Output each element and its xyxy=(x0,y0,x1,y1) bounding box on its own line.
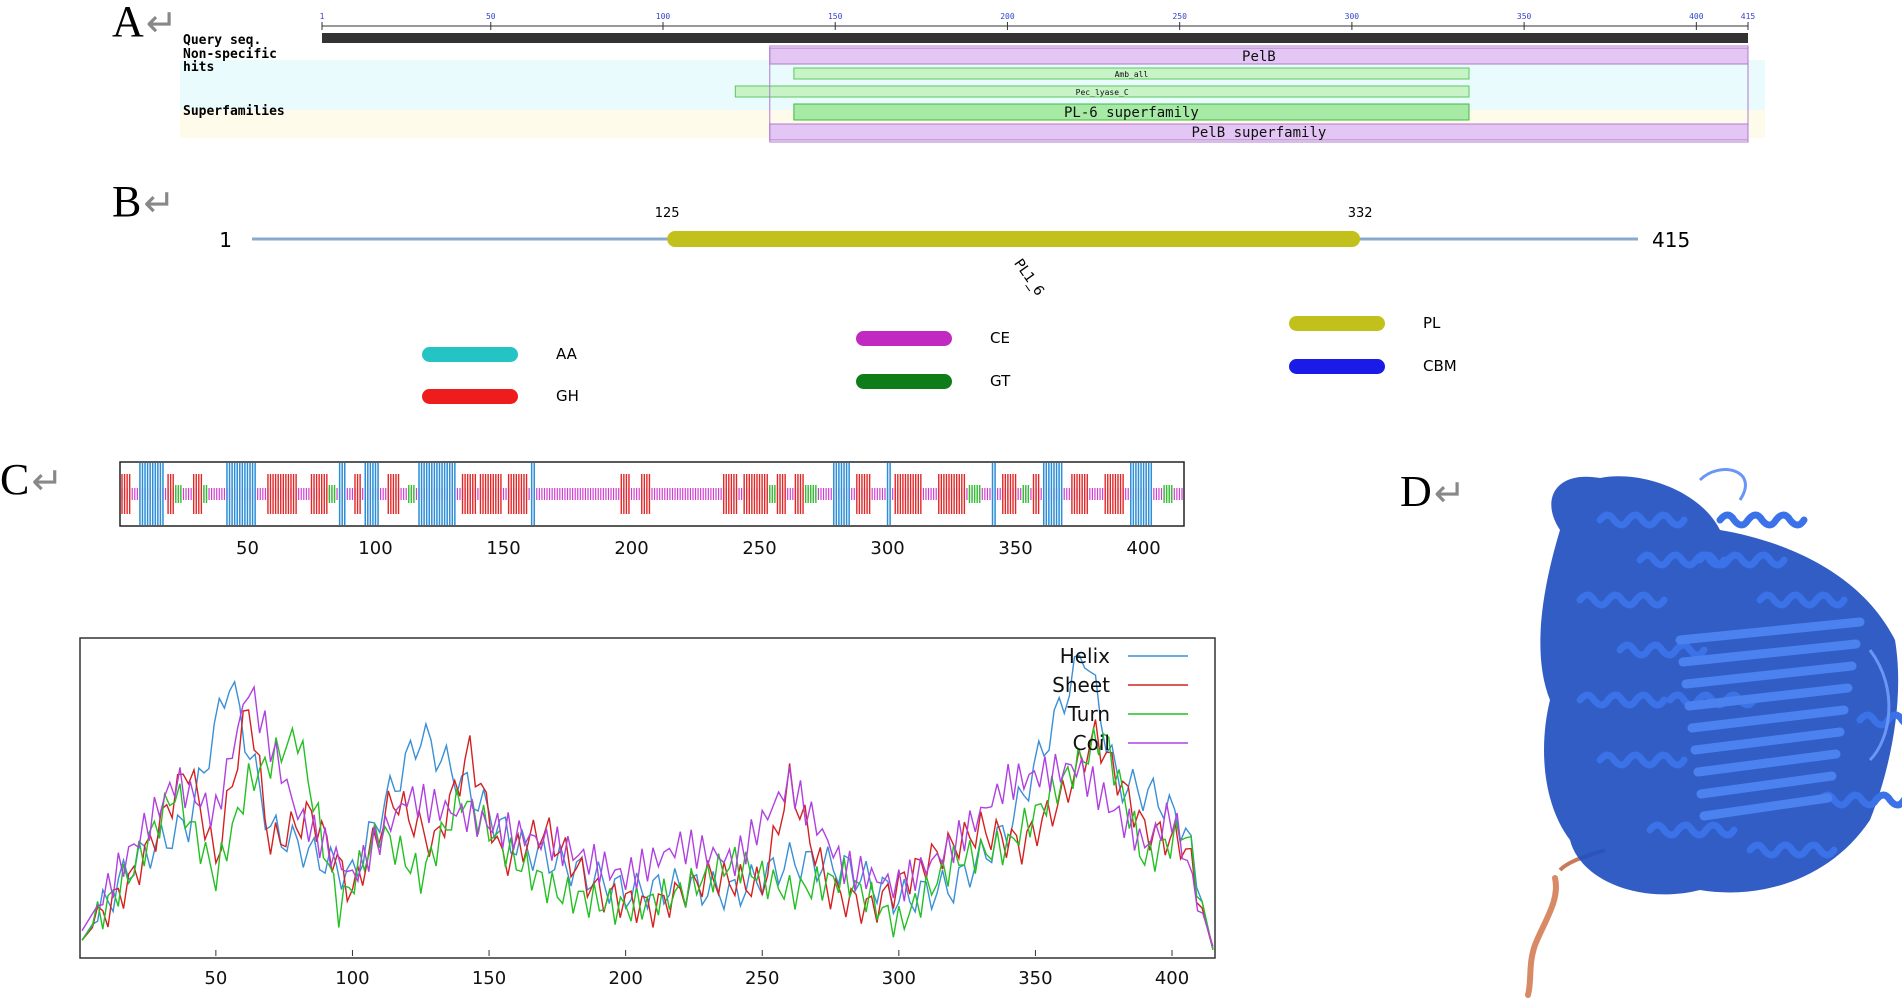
panel-c-propensity-chart: 50 100 150 200 250 300 350 400 Helix Sheet Turn Co… xyxy=(79,637,1216,989)
chart-tick-label: 100 xyxy=(335,968,369,989)
chart-tick-label: 350 xyxy=(1018,968,1052,989)
legend-swatch-cbm xyxy=(1289,359,1385,374)
track-tick-label: 250 xyxy=(742,538,776,559)
helix-ribbon xyxy=(1596,511,1688,529)
legend-label-ce: CE xyxy=(990,329,1010,347)
chart-tick-label: 400 xyxy=(1155,968,1189,989)
domain-label: Amb_all xyxy=(1115,70,1149,79)
legend-swatch-aa xyxy=(422,347,518,362)
ruler-tick-label: 200 xyxy=(1000,12,1015,21)
domain-end-label: 332 xyxy=(1348,206,1373,221)
ruler-tick-label: 300 xyxy=(1345,12,1360,21)
figure-canvas: Query seq. Non-specific hits Superfamili… xyxy=(79,12,1902,998)
row-label-query: Query seq. xyxy=(183,33,261,48)
track-tick-label: 100 xyxy=(358,538,392,559)
legend-series-name: Coil xyxy=(1073,731,1110,755)
panel-a-cdd-domains: Query seq. Non-specific hits Superfamili… xyxy=(180,12,1765,143)
ruler-tick-label: 100 xyxy=(656,12,671,21)
query-sequence-bar xyxy=(322,33,1748,43)
track-tick-label: 200 xyxy=(614,538,648,559)
domain-label: Pec_lyase_C xyxy=(1076,88,1129,97)
helix-ribbon xyxy=(1756,591,1848,609)
chart-tick-label: 200 xyxy=(608,968,642,989)
helix-ribbon xyxy=(1596,751,1688,769)
helix-ribbon xyxy=(1746,841,1838,859)
row-label-superfamilies: Superfamilies xyxy=(183,104,285,119)
chart-tick-label: 300 xyxy=(882,968,916,989)
ruler-tick-label: 150 xyxy=(828,12,843,21)
domain-label: PL-6 superfamily xyxy=(1064,105,1199,121)
domain-start-label: 125 xyxy=(655,206,680,221)
ruler-tick-label: 250 xyxy=(1172,12,1187,21)
legend-series-name: Sheet xyxy=(1052,673,1110,697)
chart-tick-label: 50 xyxy=(204,968,227,989)
protein-ribbon xyxy=(1540,468,1902,895)
legend-swatch-pl xyxy=(1289,316,1385,331)
pl1-6-domain xyxy=(667,231,1361,247)
panel-c-secondary-structure-track: 50 100 150 200 250 300 350 400 xyxy=(119,461,1185,559)
track-tick-label: 400 xyxy=(1126,538,1160,559)
legend-label-gt: GT xyxy=(990,372,1011,390)
panel-d-3d-structure xyxy=(1525,468,1902,998)
panel-b-cazy: 1 415 125 332 PL1_6 AA GH CE GT PL CBM xyxy=(219,206,1690,405)
track-tick-label: 150 xyxy=(486,538,520,559)
track-tick-label: 50 xyxy=(236,538,259,559)
legend-swatch-gt xyxy=(856,374,952,389)
ruler-ticks: 1 50 100 150 200 250 300 350 400 415 xyxy=(320,12,1756,30)
ruler-tick-label: 350 xyxy=(1517,12,1532,21)
legend-swatch-gh xyxy=(422,389,518,404)
track-tick-labels: 50 100 150 200 250 300 350 400 xyxy=(236,538,1161,559)
row-label-hits: hits xyxy=(183,60,214,75)
sequence-end-label: 415 xyxy=(1652,228,1690,252)
legend-label-aa: AA xyxy=(556,345,578,363)
legend-label-pl: PL xyxy=(1423,314,1441,332)
protein-tail-coil xyxy=(1525,875,1559,998)
legend-label-cbm: CBM xyxy=(1423,357,1457,375)
legend-series-name: Helix xyxy=(1060,644,1110,668)
sequence-start-label: 1 xyxy=(219,228,232,252)
ruler-tick-label: 400 xyxy=(1689,12,1704,21)
domain-label: PelB xyxy=(1242,49,1276,65)
ruler-tick-label: 1 xyxy=(320,12,325,21)
helix-ribbon xyxy=(1716,511,1808,529)
helix-ribbon xyxy=(1576,591,1668,609)
chart-tick-label: 150 xyxy=(472,968,506,989)
legend-label-gh: GH xyxy=(556,387,579,405)
chart-tick-label: 250 xyxy=(745,968,779,989)
track-tick-label: 300 xyxy=(870,538,904,559)
domain-label: PelB superfamily xyxy=(1191,125,1326,141)
helix-ribbon xyxy=(1696,551,1788,569)
helix-ribbon xyxy=(1576,691,1668,709)
helix-ribbon xyxy=(1616,641,1708,659)
ruler-tick-label: 50 xyxy=(486,12,496,21)
legend-series-name: Turn xyxy=(1067,702,1110,726)
loop-ribbon xyxy=(1698,468,1747,501)
ruler-tick-label: 415 xyxy=(1741,12,1756,21)
legend-swatch-ce xyxy=(856,331,952,346)
domain-name-label: PL1_6 xyxy=(1010,256,1047,299)
track-tick-label: 350 xyxy=(998,538,1032,559)
helix-ribbon xyxy=(1646,821,1738,839)
